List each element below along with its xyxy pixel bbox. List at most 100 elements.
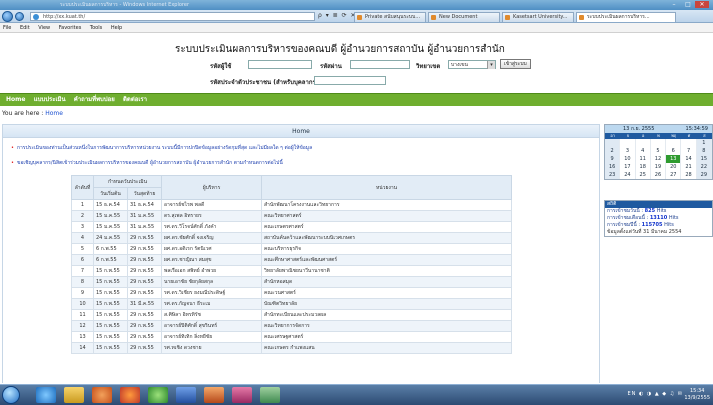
- row-administrator: รศ.ดร.กัญจนา ธีระเม: [161, 298, 262, 310]
- calendar-day[interactable]: 4: [635, 147, 651, 155]
- calendar-day[interactable]: 23: [605, 171, 621, 179]
- calendar-day[interactable]: 22: [696, 163, 712, 171]
- row-unit: สถาบันค้นคว้าและพัฒนาระบบนิเวศเกษตร: [261, 232, 512, 244]
- calendar-day[interactable]: 9: [605, 155, 621, 163]
- calendar-day[interactable]: 27: [666, 171, 682, 179]
- browser-titlebar: ระบบประเมินผลการบริหาร - Windows Interne…: [0, 0, 713, 10]
- menu-tools[interactable]: Tools: [90, 25, 102, 31]
- url-tools[interactable]: ρ ▾ ≣ ⟳ ✕: [318, 12, 357, 19]
- row-number: 14: [71, 342, 94, 354]
- ie-icon[interactable]: [36, 387, 56, 403]
- url-field[interactable]: http://xx.kuat.th/: [30, 12, 315, 21]
- calendar-day[interactable]: 15: [696, 155, 712, 163]
- calendar-day[interactable]: 12: [650, 155, 667, 163]
- row-administrator: ผศ.ดร.ชาญิณา สมสุข: [161, 254, 262, 266]
- back-icon[interactable]: [2, 11, 13, 22]
- media-icon[interactable]: [92, 387, 112, 403]
- calendar-day[interactable]: 19: [650, 163, 667, 171]
- calendar-day[interactable]: 5: [650, 147, 667, 155]
- table-row: 13 15 ก.พ.55 29 ก.พ.55 อาจารย์ทิเทิก ลิ่งหย…: [71, 331, 512, 343]
- favicon-icon: [357, 15, 362, 20]
- forward-icon[interactable]: [15, 12, 24, 21]
- taskbar-clock[interactable]: 15:34 13/9/2555: [684, 388, 710, 402]
- chrome-icon[interactable]: [148, 387, 168, 403]
- idcard-input[interactable]: [314, 76, 386, 85]
- nav-evaluation[interactable]: แบบประเมิน: [34, 96, 66, 103]
- calendar-day[interactable]: 18: [635, 163, 651, 171]
- row-start-date: 15 ก.พ.55: [93, 342, 128, 354]
- calendar-day[interactable]: 14: [681, 155, 697, 163]
- maximize-icon[interactable]: □: [681, 1, 695, 8]
- browser-tab[interactable]: Private สนับสนุนระบบ...: [354, 12, 426, 22]
- word-icon[interactable]: [176, 387, 196, 403]
- calendar-day[interactable]: 17: [620, 163, 636, 171]
- browser-tab[interactable]: Kasetsart University...: [502, 12, 574, 22]
- nav-home[interactable]: Home: [6, 96, 25, 103]
- start-button[interactable]: [2, 386, 20, 404]
- username-input[interactable]: [248, 60, 312, 69]
- favicon-icon: [505, 15, 510, 20]
- campus-label: วิทยาเขต: [416, 63, 441, 70]
- row-start-date: 15 ก.พ.55: [93, 320, 128, 332]
- table-row: 12 15 ก.พ.55 29 ก.พ.55 อาจารย์ปิติศักดิ์ สุ…: [71, 320, 512, 332]
- calendar-day[interactable]: 6: [666, 147, 682, 155]
- col-admin-header: ผู้บริหาร: [161, 175, 262, 200]
- table-row: 7 15 ก.พ.55 29 ก.พ.55 พลเรือเอก สพิทย์ อำพว…: [71, 265, 512, 277]
- menu-help[interactable]: Help: [111, 25, 122, 31]
- login-button[interactable]: เข้าสู่ระบบ: [500, 59, 531, 69]
- nav-faq[interactable]: คำถามที่พบบ่อย: [74, 96, 115, 103]
- nav-contact[interactable]: ติดต่อเรา: [123, 96, 147, 103]
- row-number: 5: [71, 243, 94, 255]
- calendar-day[interactable]: 7: [681, 147, 697, 155]
- close-icon[interactable]: ✕: [695, 1, 709, 8]
- minimize-icon[interactable]: –: [667, 1, 681, 8]
- table-row: 8 15 ก.พ.55 29 ก.พ.55 นายเอาชัย ชัยกุลัยสกุ…: [71, 276, 512, 288]
- powerpoint-icon[interactable]: [204, 387, 224, 403]
- calendar-day[interactable]: 3: [620, 147, 636, 155]
- calendar-day[interactable]: 24: [620, 171, 636, 179]
- menu-edit[interactable]: Edit: [20, 25, 30, 31]
- calendar-day[interactable]: 16: [605, 163, 621, 171]
- calendar-day[interactable]: 1: [696, 139, 712, 147]
- table-row: 56 ก.พ.55 29 ก.พ.55 ผศ.ดร.อดิเรก รัตนิเวศค…: [71, 243, 512, 255]
- campus-select[interactable]: บางเขน ▾: [448, 60, 496, 69]
- calendar-day[interactable]: 21: [681, 163, 697, 171]
- calendar-day: [650, 139, 667, 147]
- calendar-day[interactable]: 25: [635, 171, 651, 179]
- calendar-day[interactable]: 20: [666, 163, 682, 171]
- breadcrumb-home-link[interactable]: Home: [45, 110, 63, 117]
- menu-favorites[interactable]: Favorites: [59, 25, 82, 31]
- row-start-date: 15 ก.พ.55: [93, 265, 128, 277]
- row-start-date: 15 ก.พ.55: [93, 287, 128, 299]
- calendar-day[interactable]: 13: [666, 155, 682, 163]
- calendar-grid: 1 2 3 4 5 6 7 8 9 10 11 12 13 14 15 16 17 18 19 20 21 22 23 24 2…: [605, 139, 712, 179]
- calendar-day[interactable]: 28: [681, 171, 697, 179]
- window-controls: – □ ✕: [667, 1, 709, 8]
- browser-tab-active[interactable]: ระบบประเมินผลการบริหาร...: [576, 12, 676, 22]
- row-start-date: 15 ก.พ.55: [93, 309, 128, 321]
- browser-tab[interactable]: New Document: [428, 12, 500, 22]
- favicon-icon: [579, 15, 584, 20]
- firefox-icon[interactable]: [120, 387, 140, 403]
- app-icon[interactable]: [260, 387, 280, 403]
- folder-icon[interactable]: [64, 387, 84, 403]
- invitation-note: ขอเชิญบุคลากร/นิสิตเข้าร่วมประเมินผลการบ…: [11, 159, 283, 167]
- calendar-day[interactable]: 2: [605, 147, 621, 155]
- row-end-date: 29 ก.พ.55: [127, 342, 162, 354]
- calendar-day[interactable]: 11: [635, 155, 651, 163]
- calendar-day[interactable]: 10: [620, 155, 636, 163]
- system-tray[interactable]: EN ◐ ◑ ▲ ◆ ♫ ✉: [627, 391, 683, 397]
- col-period-header: กำหนดวันประเมิน: [93, 175, 162, 188]
- calendar-date: 13 ก.ย. 2555: [623, 126, 655, 132]
- stats-header: สถิติ: [605, 201, 712, 208]
- app-icon[interactable]: [232, 387, 252, 403]
- menu-file[interactable]: File: [3, 25, 11, 31]
- calendar-day[interactable]: 29: [696, 171, 712, 179]
- password-input[interactable]: [350, 60, 410, 69]
- calendar-day[interactable]: 26: [650, 171, 667, 179]
- table-row: 4 24 ม.ค.55 29 ก.พ.55 ผศ.ดร.ชัยศักดิ์ จงเจร…: [71, 232, 512, 244]
- address-bar-row: http://xx.kuat.th/ ρ ▾ ≣ ⟳ ✕ Private สนั…: [0, 10, 713, 23]
- menu-view[interactable]: View: [38, 25, 50, 31]
- calendar-day[interactable]: 8: [696, 147, 712, 155]
- visitor-stats: สถิติ การเข้าชมวันนี้ : 825 Hits การเข้า…: [604, 200, 713, 237]
